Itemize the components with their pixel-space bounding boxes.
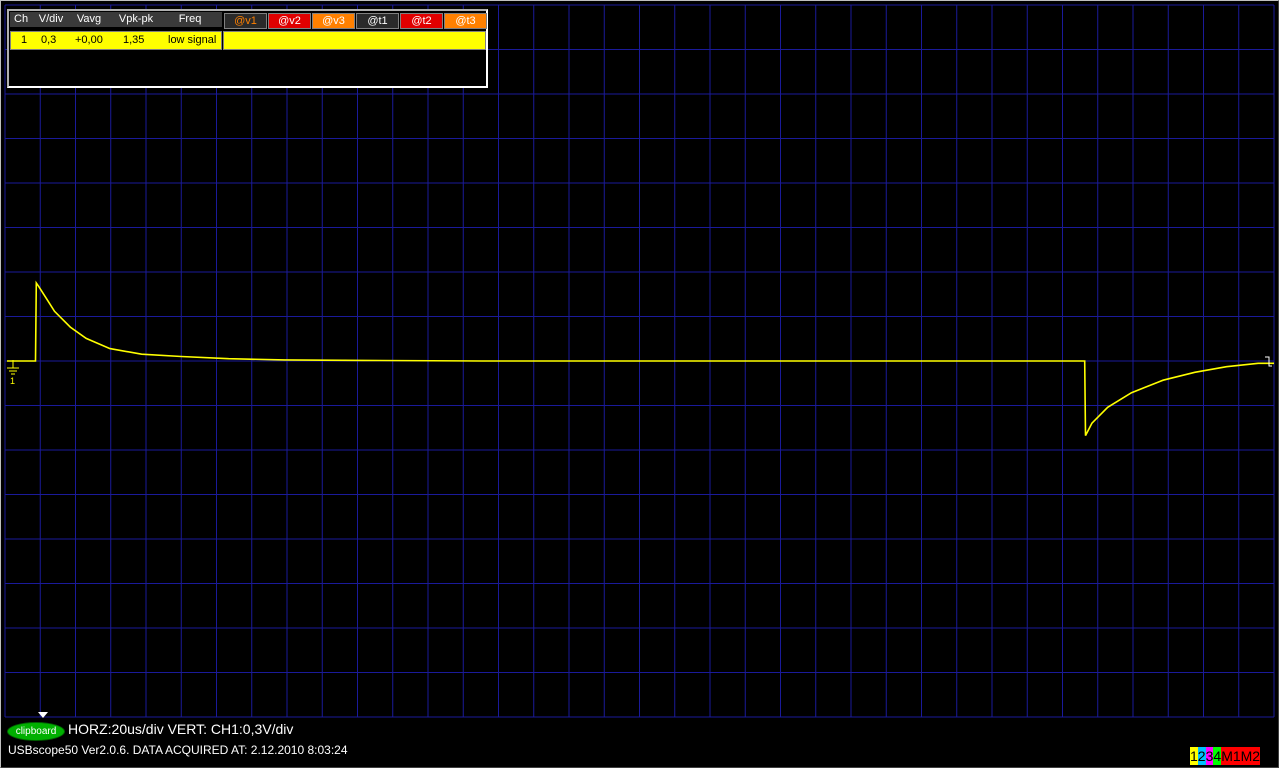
cursor-button-t1[interactable]: @t1 [356,13,399,29]
trace-layer [7,280,1274,436]
row-vpkpk: 1,35 [123,34,145,46]
header-freq: Freq [178,13,202,25]
measurement-header: Ch V/div Vavg Vpk-pk Freq @v1 @v2 @v3 @t1 @t… [10,12,487,29]
measurement-row-ch1: 1 0,3 +0,00 1,35 low signal [10,31,222,50]
oscilloscope-screen[interactable]: Ch V/div Vavg Vpk-pk Freq @v1 @v2 @v3 @t1 @t… [0,0,1279,768]
row-vdiv: 0,3 [41,34,57,46]
clipboard-button[interactable]: clipboard [7,722,65,741]
header-vpkpk: Vpk-pk [118,13,154,25]
row-ch: 1 [21,34,28,46]
row-vavg: +0,00 [75,34,103,46]
channel-button-m2[interactable]: M2 [1240,747,1261,765]
header-vdiv: V/div [38,13,64,25]
channel-button-1[interactable]: 1 [1190,747,1198,765]
channel-button-2[interactable]: 2 [1197,747,1206,765]
channel-buttons: 1 2 3 4 M1 M2 [1190,747,1261,765]
channel-button-4[interactable]: 4 [1213,747,1222,765]
measurement-panel: Ch V/div Vavg Vpk-pk Freq @v1 @v2 @v3 @t1 @t… [7,9,488,88]
cursor-button-v3[interactable]: @v3 [312,13,355,29]
trigger-level-marker-icon[interactable] [1263,356,1273,368]
header-vavg: Vavg [76,13,102,25]
header-ch: Ch [14,13,29,25]
row-freq: low signal [168,34,217,46]
scale-settings-text: HORZ:20us/div VERT: CH1:0,3V/div [68,721,294,737]
channel-button-m1[interactable]: M1 [1221,747,1241,765]
cursor-button-v1[interactable]: @v1 [224,13,267,29]
status-footer-text: USBscope50 Ver2.0.6. DATA ACQUIRED AT: 2… [8,743,348,757]
trigger-position-marker-icon[interactable] [38,712,48,718]
clipboard-label: clipboard [15,726,57,737]
trace-ch1 [7,280,1274,436]
cursor-button-v2[interactable]: @v2 [268,13,311,29]
waveform-display[interactable] [0,0,1279,768]
cursor-button-t2[interactable]: @t2 [400,13,443,29]
ground-marker-icon[interactable]: 1 [5,360,21,386]
cursor-values-row [223,31,486,50]
ground-marker-label: 1 [10,376,15,386]
cursor-button-t3[interactable]: @t3 [444,13,487,29]
channel-button-3[interactable]: 3 [1205,747,1214,765]
